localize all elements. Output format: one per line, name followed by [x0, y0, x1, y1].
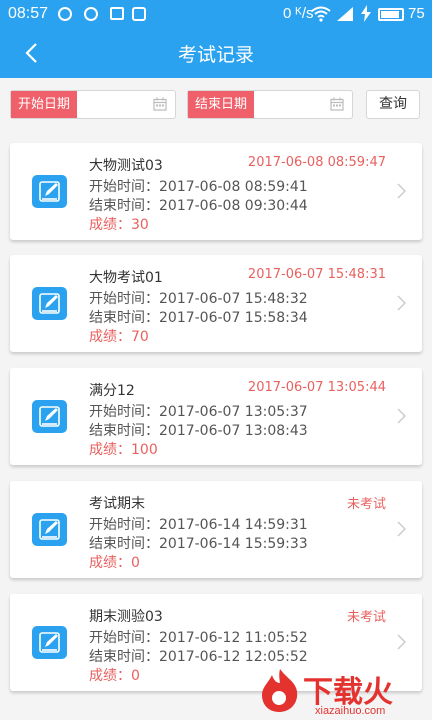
exam-score: 成绩：0	[89, 555, 140, 571]
exam-start-time: 开始时间：2017-06-12 11:05:52	[89, 630, 308, 646]
status-time: 08:57	[8, 5, 49, 22]
end-date-picker[interactable]: 结束日期	[187, 90, 353, 119]
exam-score: 成绩：70	[89, 329, 149, 345]
edit-exam-icon	[32, 287, 67, 320]
chevron-right-icon	[397, 295, 406, 311]
flame-logo-icon	[262, 669, 298, 712]
exam-record-card[interactable]: 考试期末 未考试 开始时间：2017-06-14 14:59:31 结束时间：2…	[10, 481, 422, 578]
exam-name: 考试期末	[89, 496, 145, 512]
status-bar: 08:57 0 ᴷ/s 75	[0, 0, 432, 28]
exam-score: 成绩：0	[89, 668, 140, 684]
edit-exam-icon	[32, 175, 67, 208]
exam-status: 未考试	[346, 610, 386, 625]
exam-end-time: 结束时间：2017-06-07 15:58:34	[89, 310, 308, 326]
exam-date: 2017-06-08 08:59:47	[247, 155, 386, 170]
wifi-icon	[311, 6, 331, 22]
chevron-right-icon	[397, 408, 406, 424]
exam-record-card[interactable]: 满分12 2017-06-07 13:05:44 开始时间：2017-06-07…	[10, 368, 422, 465]
exam-end-time: 结束时间：2017-06-08 09:30:44	[89, 198, 308, 214]
exam-end-time: 结束时间：2017-06-12 12:05:52	[89, 649, 308, 665]
query-button[interactable]: 查询	[366, 90, 420, 119]
chevron-right-icon	[397, 183, 406, 199]
exam-end-time: 结束时间：2017-06-07 13:08:43	[89, 423, 308, 439]
exam-start-time: 开始时间：2017-06-07 15:48:32	[89, 291, 308, 307]
do-not-disturb-icon	[58, 7, 72, 21]
date-filter-bar: 开始日期 结束日期 查询	[0, 78, 432, 128]
exam-name: 大物测试03	[89, 158, 163, 174]
chevron-right-icon	[397, 634, 406, 650]
edit-exam-icon	[32, 626, 67, 659]
start-date-label: 开始日期	[11, 91, 77, 118]
network-speed: 0 ᴷ/s	[283, 5, 314, 22]
exam-start-time: 开始时间：2017-06-14 14:59:31	[89, 517, 308, 533]
chat-notification-icon	[132, 7, 146, 21]
exam-name: 期末测验03	[89, 609, 163, 625]
exam-end-time: 结束时间：2017-06-14 15:59:33	[89, 536, 308, 552]
end-date-label: 结束日期	[188, 91, 254, 118]
battery-icon	[378, 8, 404, 21]
page-title: 考试记录	[177, 44, 254, 66]
chevron-right-icon	[397, 521, 406, 537]
charging-icon	[361, 5, 371, 22]
edit-exam-icon	[32, 400, 67, 433]
app-header: 08:57 0 ᴷ/s 75 考试记录	[0, 0, 432, 78]
start-date-picker[interactable]: 开始日期	[10, 90, 176, 119]
watermark-logo: 下载火 xiazaihuo.com	[255, 665, 430, 720]
exam-name: 满分12	[89, 383, 135, 399]
battery-level: 75	[408, 5, 425, 22]
edit-exam-icon	[32, 513, 67, 546]
exam-date: 2017-06-07 13:05:44	[247, 380, 386, 395]
exam-record-card[interactable]: 大物考试01 2017-06-07 15:48:31 开始时间：2017-06-…	[10, 255, 422, 352]
exam-record-card[interactable]: 大物测试03 2017-06-08 08:59:47 开始时间：2017-06-…	[10, 143, 422, 240]
image-notification-icon	[110, 7, 124, 20]
app-notification-icon	[84, 7, 98, 21]
exam-start-time: 开始时间：2017-06-08 08:59:41	[89, 179, 308, 195]
cellular-signal-icon	[337, 7, 353, 21]
watermark-url: xiazaihuo.com	[315, 705, 386, 717]
calendar-icon	[153, 97, 167, 111]
exam-score: 成绩：30	[89, 217, 149, 233]
exam-start-time: 开始时间：2017-06-07 13:05:37	[89, 404, 308, 420]
calendar-icon	[330, 97, 344, 111]
exam-date: 2017-06-07 15:48:31	[247, 267, 386, 282]
exam-score: 成绩：100	[89, 442, 158, 458]
exam-status: 未考试	[346, 497, 386, 512]
exam-name: 大物考试01	[89, 270, 163, 286]
